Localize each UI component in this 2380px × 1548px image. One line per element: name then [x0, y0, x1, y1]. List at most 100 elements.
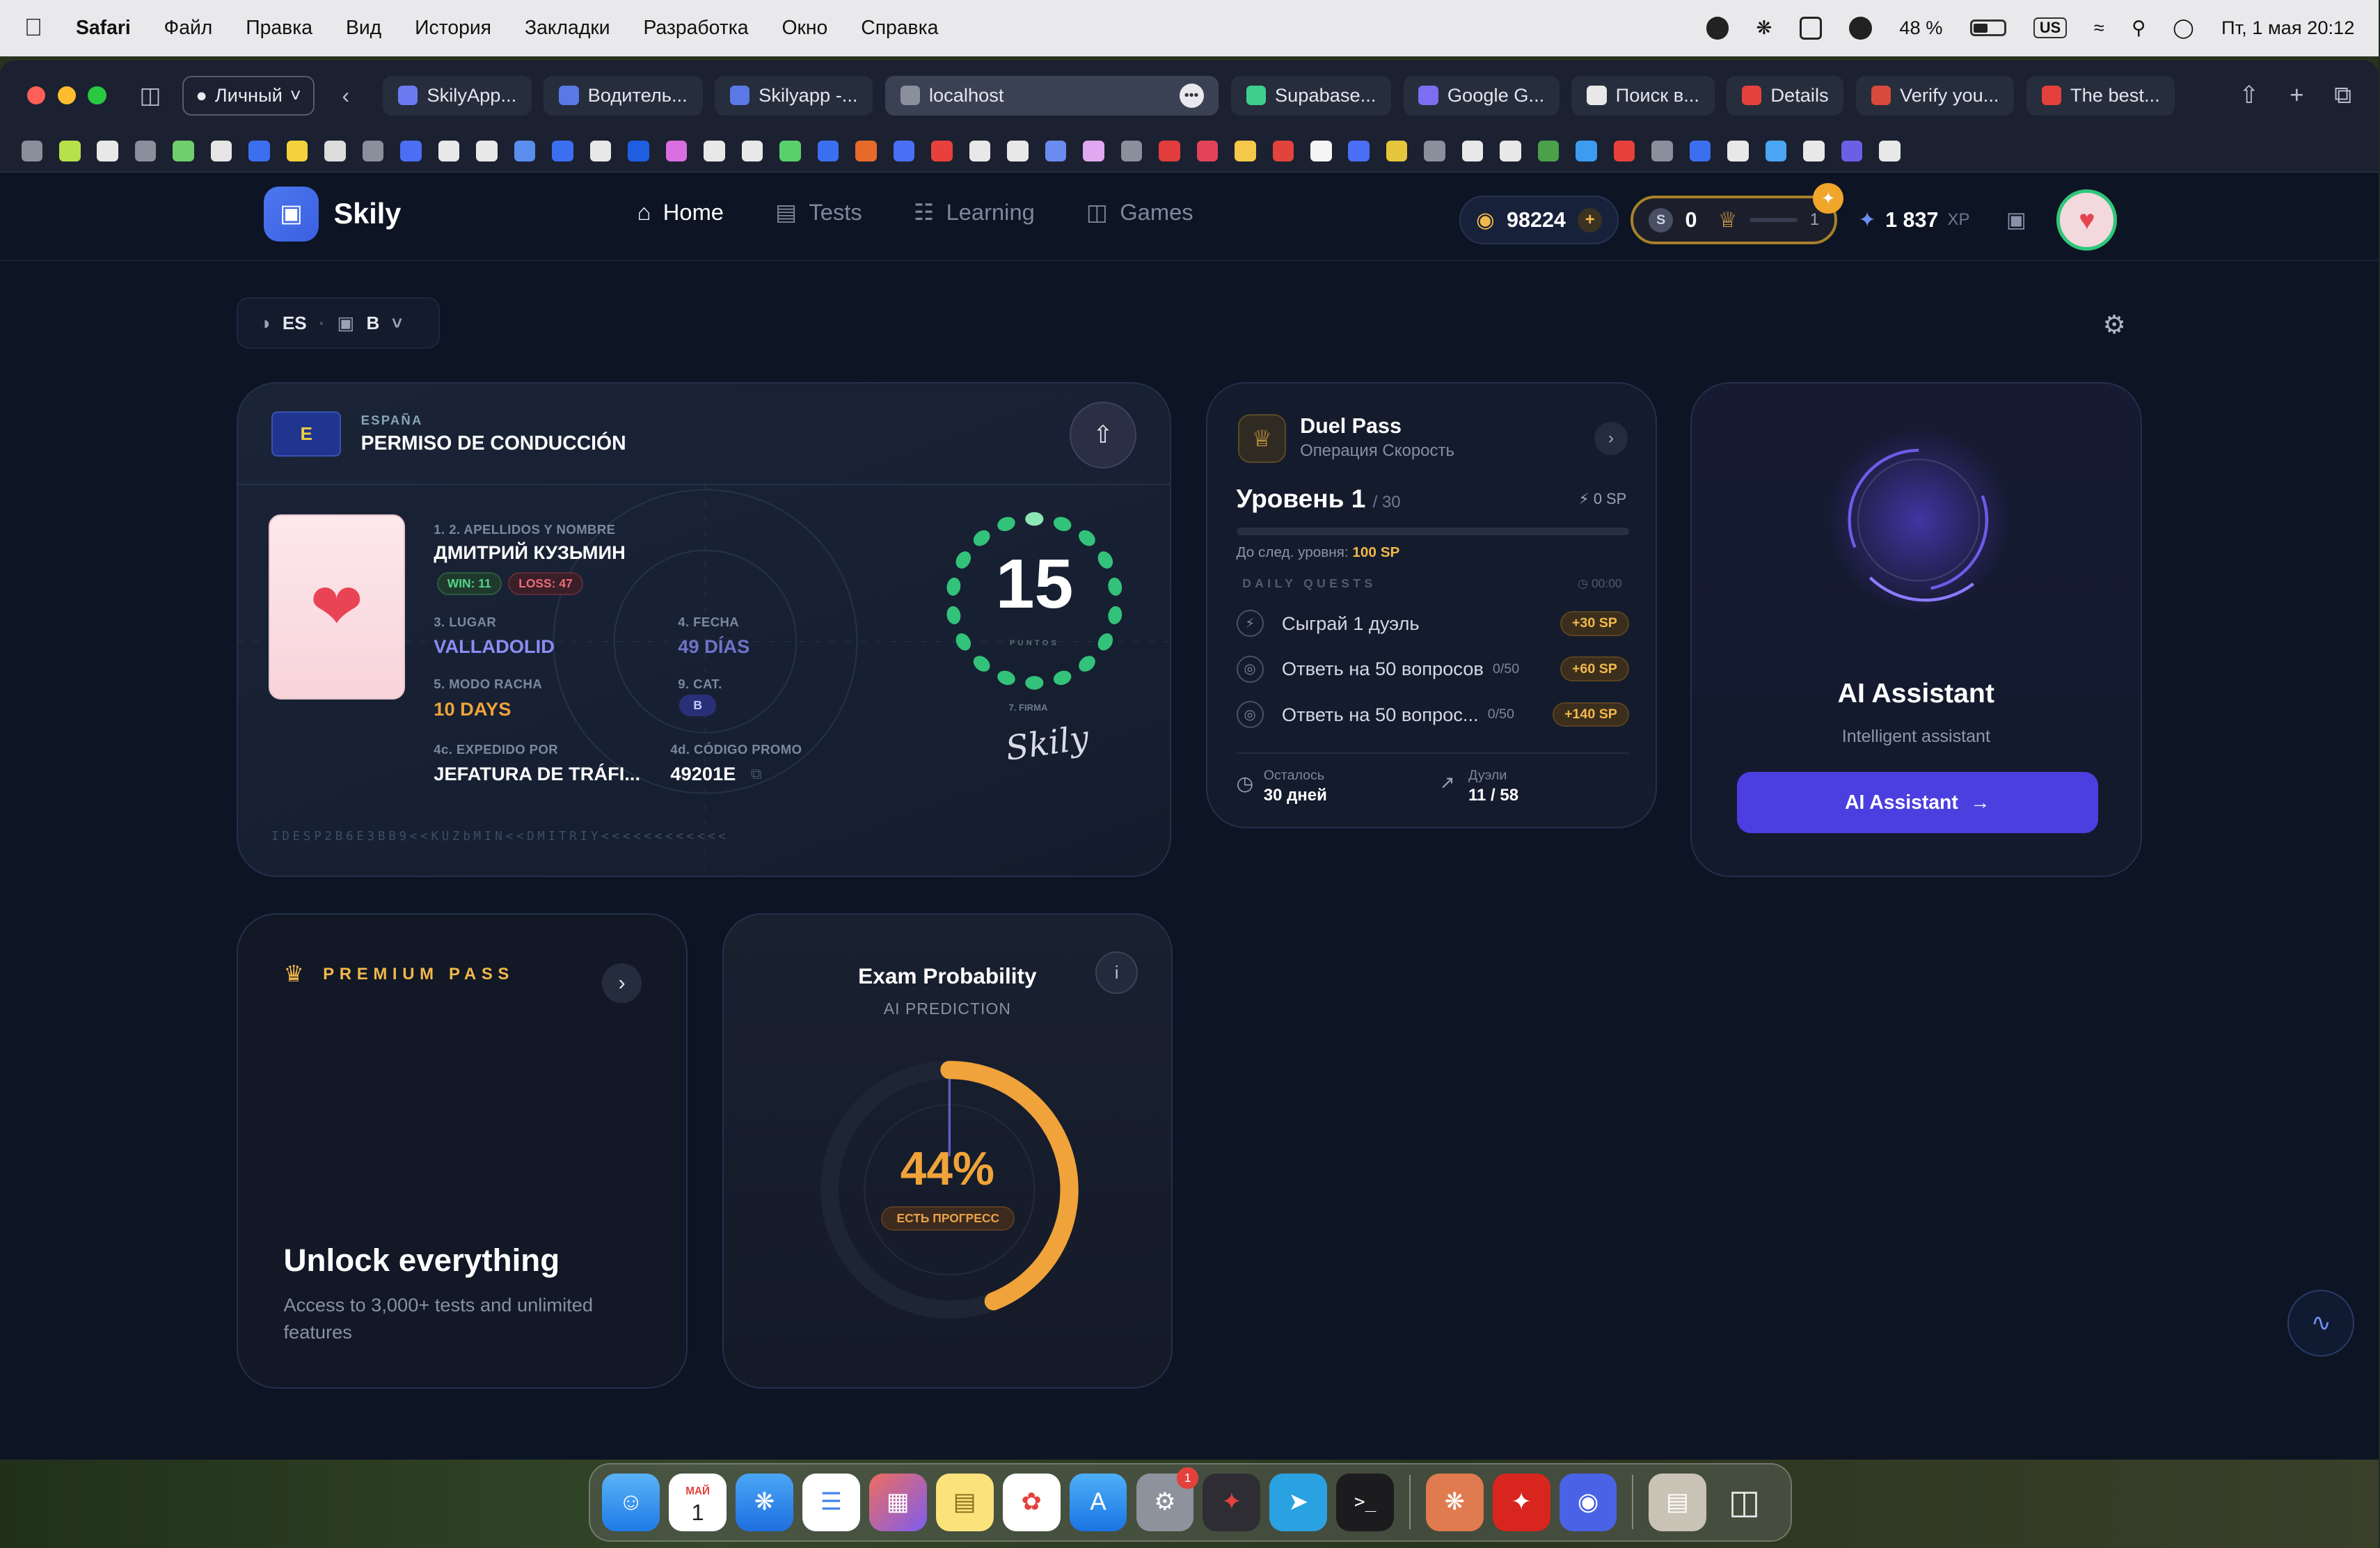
quest-item[interactable]: ◎ Ответь на 50 вопрос... 0/50 +140 SP: [1236, 692, 1630, 737]
browser-tab[interactable]: Details: [1727, 75, 1844, 116]
bookmark-favicon-icon[interactable]: [1272, 140, 1294, 162]
bookmark-favicon-icon[interactable]: [1651, 140, 1673, 162]
info-icon[interactable]: i: [1095, 951, 1139, 994]
bookmark-favicon-icon[interactable]: [628, 140, 649, 162]
bookmark-favicon-icon[interactable]: [1879, 140, 1901, 162]
vpn-icon[interactable]: [1849, 16, 1873, 40]
exam-probability-card[interactable]: Exam Probability AI PREDICTION i 44% ЕСТ…: [722, 913, 1173, 1389]
bookmark-favicon-icon[interactable]: [1841, 140, 1863, 162]
chevron-right-icon[interactable]: ›: [1594, 421, 1628, 455]
close-window-button[interactable]: [27, 86, 46, 105]
avatar[interactable]: ♥: [2056, 189, 2118, 251]
bookmark-favicon-icon[interactable]: [1803, 140, 1825, 162]
menu-develop[interactable]: Разработка: [644, 17, 749, 40]
browser-tab[interactable]: SkilyApp...: [383, 75, 532, 116]
minimize-window-button[interactable]: [57, 86, 76, 105]
browser-tab[interactable]: Google G...: [1403, 75, 1560, 116]
trash-icon[interactable]: ◫: [1715, 1474, 1773, 1531]
sparkle-icon[interactable]: ❋: [1756, 17, 1772, 39]
zoom-window-button[interactable]: [88, 86, 106, 105]
bookmark-favicon-icon[interactable]: [704, 140, 725, 162]
bookmark-favicon-icon[interactable]: [1310, 140, 1332, 162]
activity-pulse-button[interactable]: ∿: [2287, 1289, 2355, 1357]
new-tab-icon[interactable]: +: [2290, 81, 2303, 109]
nav-learning[interactable]: ☷ Learning: [914, 199, 1035, 226]
duel-pass-card[interactable]: ♕ Duel Pass Операция Скорость › Уровень …: [1206, 382, 1657, 829]
boost-icon[interactable]: ✦: [1813, 183, 1843, 214]
share-license-button[interactable]: ⇧: [1070, 402, 1136, 469]
safari-icon[interactable]: ❋: [736, 1473, 793, 1531]
menu-view[interactable]: Вид: [346, 17, 381, 40]
gift-icon[interactable]: ▣: [2006, 208, 2026, 232]
driving-license-card[interactable]: E ESPAÑA PERMISO DE CONDUCCIÓN ⇧ ❤ 1. 2.…: [237, 382, 1171, 877]
browser-tab[interactable]: Водитель...: [544, 75, 703, 116]
bookmark-favicon-icon[interactable]: [21, 140, 43, 162]
launchpad-icon[interactable]: ▦: [868, 1473, 927, 1531]
menu-history[interactable]: История: [415, 17, 491, 40]
settings-gear-icon[interactable]: ⚙: [2102, 310, 2125, 340]
bookmark-favicon-icon[interactable]: [1348, 140, 1370, 162]
bookmark-favicon-icon[interactable]: [1120, 140, 1143, 162]
chevron-right-icon[interactable]: ›: [602, 963, 642, 1003]
bookmark-favicon-icon[interactable]: [1424, 140, 1445, 162]
rank-pill[interactable]: S 0 ♕ 1 ✦: [1631, 183, 1843, 244]
keyboard-layout[interactable]: US: [2033, 17, 2067, 39]
terminal-icon[interactable]: >_: [1336, 1473, 1395, 1531]
nav-tests[interactable]: ▤ Tests: [775, 199, 862, 226]
promo-code[interactable]: 49201E: [670, 763, 736, 785]
bookmark-favicon-icon[interactable]: [173, 140, 194, 162]
browser-tab[interactable]: Skilyapp -...: [714, 75, 873, 116]
premium-pass-card[interactable]: ♛ PREMIUM PASS › Unlock everything Acces…: [237, 913, 688, 1389]
photos-icon[interactable]: ✿: [1002, 1473, 1061, 1531]
bookmark-favicon-icon[interactable]: [1765, 140, 1787, 162]
menu-help[interactable]: Справка: [861, 17, 938, 40]
bookmark-favicon-icon[interactable]: [893, 140, 915, 162]
browser-tab[interactable]: Verify you...: [1855, 75, 2015, 116]
apple-menu-icon[interactable]: : [24, 14, 55, 42]
status-app-icon[interactable]: [1706, 16, 1729, 40]
browser-tab[interactable]: localhost •••: [884, 75, 1219, 116]
bookmark-favicon-icon[interactable]: [589, 140, 612, 162]
bookmark-favicon-icon[interactable]: [1159, 140, 1180, 162]
app-store-icon[interactable]: A: [1069, 1473, 1127, 1531]
bookmark-favicon-icon[interactable]: [438, 140, 460, 162]
language-category-selector[interactable]: ◑ ES · ▣ B ˅: [237, 297, 441, 349]
bookmark-favicon-icon[interactable]: [324, 140, 346, 162]
bookmark-favicon-icon[interactable]: [59, 140, 81, 162]
bookmark-favicon-icon[interactable]: [97, 140, 118, 162]
bookmark-favicon-icon[interactable]: [1727, 140, 1749, 162]
add-coins-button[interactable]: +: [1578, 207, 1603, 232]
menu-file[interactable]: Файл: [164, 17, 213, 40]
bookmark-favicon-icon[interactable]: [1196, 140, 1219, 162]
battery-icon[interactable]: [1969, 19, 2007, 37]
share-icon[interactable]: ⇧: [2239, 81, 2259, 109]
brand-logo[interactable]: ▣ Skily: [264, 187, 401, 242]
calendar-icon[interactable]: МАЙ 1: [669, 1473, 727, 1531]
menu-window[interactable]: Окно: [782, 17, 827, 40]
spotlight-search-icon[interactable]: ⚲: [2132, 17, 2145, 39]
bookmark-favicon-icon[interactable]: [1689, 140, 1711, 162]
bookmark-favicon-icon[interactable]: [514, 140, 536, 162]
browser-tab[interactable]: The best...: [2026, 75, 2175, 116]
system-settings-icon[interactable]: ⚙ 1: [1136, 1467, 1198, 1531]
bookmark-favicon-icon[interactable]: [779, 140, 801, 162]
quest-item[interactable]: ⚡ Сыграй 1 дуэль +30 SP: [1236, 601, 1630, 646]
downloads-folder-icon[interactable]: ▤: [1649, 1473, 1707, 1531]
bookmark-favicon-icon[interactable]: [741, 140, 763, 162]
bookmark-favicon-icon[interactable]: [1613, 140, 1635, 162]
bookmark-favicon-icon[interactable]: [1007, 140, 1029, 162]
quest-item[interactable]: ◎ Ответь на 50 вопросов 0/50 +60 SP: [1236, 646, 1630, 691]
claude-icon[interactable]: ❋: [1425, 1473, 1484, 1531]
bookmark-favicon-icon[interactable]: [1537, 140, 1560, 162]
bookmark-favicon-icon[interactable]: [1235, 140, 1256, 162]
bookmark-favicon-icon[interactable]: [1045, 140, 1067, 162]
reminders-icon[interactable]: ☰: [802, 1473, 860, 1531]
bookmark-favicon-icon[interactable]: [476, 140, 498, 162]
browser-tab[interactable]: Поиск в...: [1571, 75, 1715, 116]
wifi-icon[interactable]: ≈: [2094, 17, 2104, 39]
bookmark-favicon-icon[interactable]: [210, 140, 232, 162]
telegram-icon[interactable]: ➤: [1269, 1473, 1328, 1531]
tab-overview-icon[interactable]: ⧉: [2334, 81, 2351, 109]
bookmark-favicon-icon[interactable]: [552, 140, 573, 162]
sidebar-toggle-icon[interactable]: ◫: [140, 82, 161, 109]
